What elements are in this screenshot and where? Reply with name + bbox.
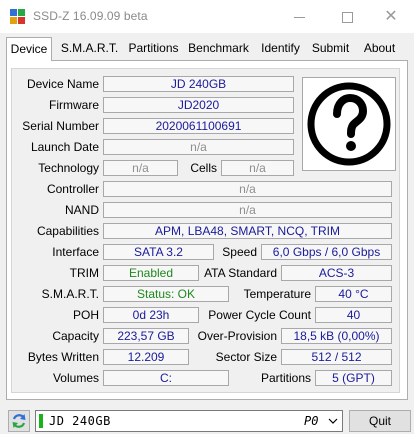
technology-value: n/a (103, 160, 178, 176)
speed-label: Speed (222, 245, 257, 259)
device-name-value: JD 240GB (103, 76, 294, 92)
window-title: SSD-Z 16.09.09 beta (33, 9, 148, 23)
partitions-value: 5 (GPT) (315, 370, 392, 386)
smart-label: S.M.A.R.T. (41, 287, 99, 301)
title-bar: SSD-Z 16.09.09 beta ✕ (0, 0, 414, 33)
power-cycle-count-label: Power Cycle Count (208, 308, 311, 322)
firmware-value: JD2020 (103, 97, 294, 113)
drive-status-indicator (39, 414, 43, 428)
cells-label: Cells (190, 161, 217, 175)
ata-standard-value: ACS-3 (281, 265, 392, 281)
capacity-value: 223,57 GB (103, 328, 189, 344)
temperature-value: 40 °C (315, 286, 392, 302)
drive-select-name: JD 240GB (49, 414, 111, 428)
launch-date-label: Launch Date (30, 140, 99, 154)
controller-label: Controller (46, 182, 99, 196)
smart-status-value: Status: OK (103, 286, 229, 302)
capacity-label: Capacity (52, 329, 99, 343)
refresh-icon (12, 414, 26, 428)
partitions-label: Partitions (260, 371, 311, 385)
temperature-label: Temperature (243, 287, 311, 301)
controller-value: n/a (103, 181, 392, 197)
maximize-icon (341, 12, 353, 24)
refresh-button[interactable] (8, 410, 30, 432)
minimize-button[interactable] (276, 0, 322, 33)
question-mark-icon (307, 82, 391, 166)
interface-label: Interface (52, 245, 99, 259)
drive-select-port: P0 (304, 414, 319, 428)
tab-partitions[interactable]: Partitions (125, 39, 181, 60)
drive-select[interactable]: JD 240GB P0 (35, 410, 343, 432)
tab-device[interactable]: Device (6, 37, 52, 61)
poh-value: 0d 23h (103, 307, 199, 323)
quit-button[interactable]: Quit (349, 410, 411, 432)
tab-smart[interactable]: S.M.A.R.T. (56, 39, 122, 60)
chevron-down-icon (328, 418, 338, 424)
bytes-written-label: Bytes Written (27, 350, 99, 364)
close-button[interactable]: ✕ (368, 0, 414, 33)
cells-value: n/a (221, 160, 294, 176)
close-icon: ✕ (384, 8, 398, 25)
over-provision-value: 18,5 kB (0,00%) (281, 328, 392, 344)
ssdz-app-icon (10, 9, 25, 24)
capabilities-value: APM, LBA48, SMART, NCQ, TRIM (103, 223, 392, 239)
device-name-label: Device Name (26, 77, 99, 91)
poh-label: POH (72, 308, 99, 322)
tab-submit[interactable]: Submit (308, 39, 352, 60)
power-cycle-count-value: 40 (315, 307, 392, 323)
interface-value: SATA 3.2 (103, 244, 214, 260)
minimize-icon (293, 17, 305, 19)
tab-benchmark[interactable]: Benchmark (185, 39, 251, 60)
nand-label: NAND (64, 203, 99, 217)
serial-number-value: 2020061100691 (103, 118, 294, 134)
sector-size-value: 512 / 512 (281, 349, 392, 365)
maximize-button[interactable] (324, 0, 370, 33)
capabilities-label: Capabilities (36, 224, 99, 238)
tab-identify[interactable]: Identify (256, 39, 304, 60)
technology-label: Technology (38, 161, 99, 175)
serial-number-label: Serial Number (22, 119, 99, 133)
trim-value: Enabled (103, 265, 199, 281)
firmware-label: Firmware (49, 98, 99, 112)
volumes-label: Volumes (52, 371, 99, 385)
tab-bar: Device S.M.A.R.T. Partitions Benchmark I… (6, 37, 408, 61)
speed-value: 6,0 Gbps / 6,0 Gbps (261, 244, 392, 260)
sector-size-label: Sector Size (215, 350, 277, 364)
trim-label: TRIM (69, 266, 99, 280)
tab-about[interactable]: About (356, 39, 402, 60)
bytes-written-value: 12.209 (103, 349, 189, 365)
nand-value: n/a (103, 202, 392, 218)
volumes-value: C: (103, 370, 229, 386)
launch-date-value: n/a (103, 139, 294, 155)
over-provision-label: Over-Provision (197, 329, 277, 343)
vendor-logo (302, 77, 396, 171)
ata-standard-label: ATA Standard (204, 266, 277, 280)
